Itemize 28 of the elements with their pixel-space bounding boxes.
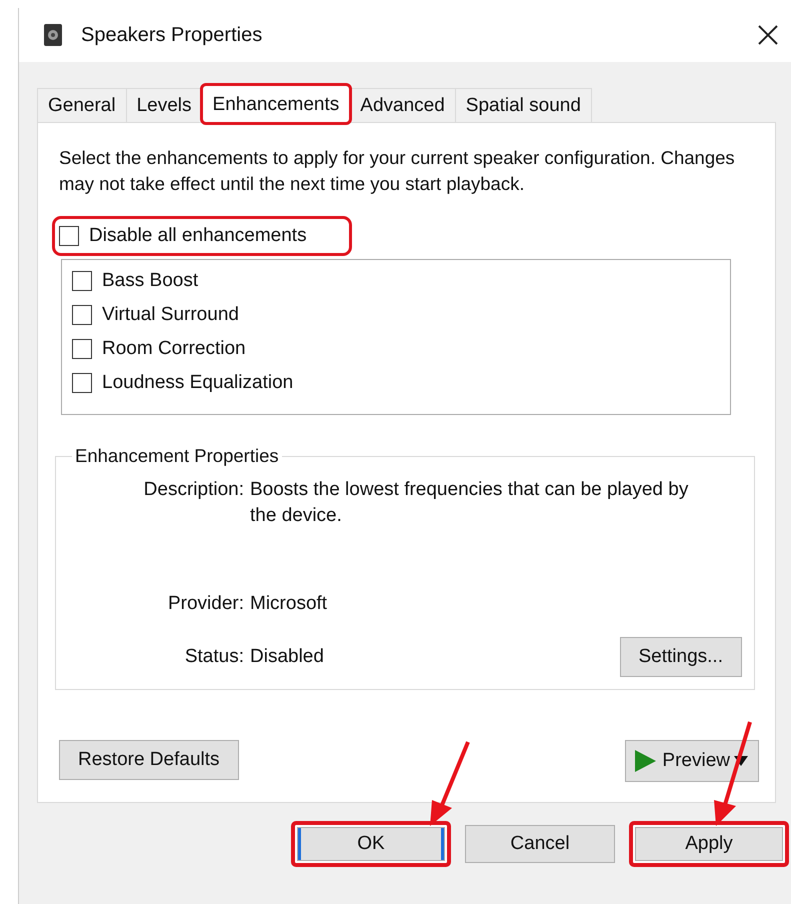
dialog-button[interactable]: Apply [629,821,789,867]
preview-label: Preview [662,750,730,772]
property-label: Provider: [166,592,244,616]
enhancement-checkbox[interactable]: Loudness Equalization [72,366,720,400]
instructions-text: Select the enhancements to apply for your current speaker configuration. Changes may not take effect until the next time you start playback. [59,146,736,196]
enhancement-checkbox[interactable]: Bass Boost [72,264,720,298]
property-value: Boosts the lowest frequencies that can be played by the device. [250,478,690,528]
tab[interactable]: Enhancements [202,85,350,123]
close-icon[interactable] [757,24,779,46]
property-value: Disabled [250,645,324,669]
group-title: Enhancement Properties [74,445,280,467]
dropdown-icon[interactable] [734,756,748,766]
enhancement-checkbox[interactable]: Virtual Surround [72,298,720,332]
tab[interactable]: Spatial sound [454,88,592,122]
play-icon [632,748,658,774]
property-value: Microsoft [250,592,328,616]
dialog-button[interactable]: OK [291,821,451,867]
speaker-icon [43,23,63,47]
tab[interactable]: General [37,88,127,122]
preview-button[interactable]: Preview [625,740,759,782]
restore-defaults-button[interactable]: Restore Defaults [59,740,239,780]
dialog-button[interactable]: Cancel [465,825,615,863]
settings-button[interactable]: Settings... [620,637,742,677]
property-label: Description: [142,478,244,502]
property-label: Status: [184,645,244,669]
enhancement-checkbox[interactable]: Room Correction [72,332,720,366]
window-title: Speakers Properties [81,24,264,46]
disable-checkbox[interactable]: Disable all enhancements [55,219,349,253]
